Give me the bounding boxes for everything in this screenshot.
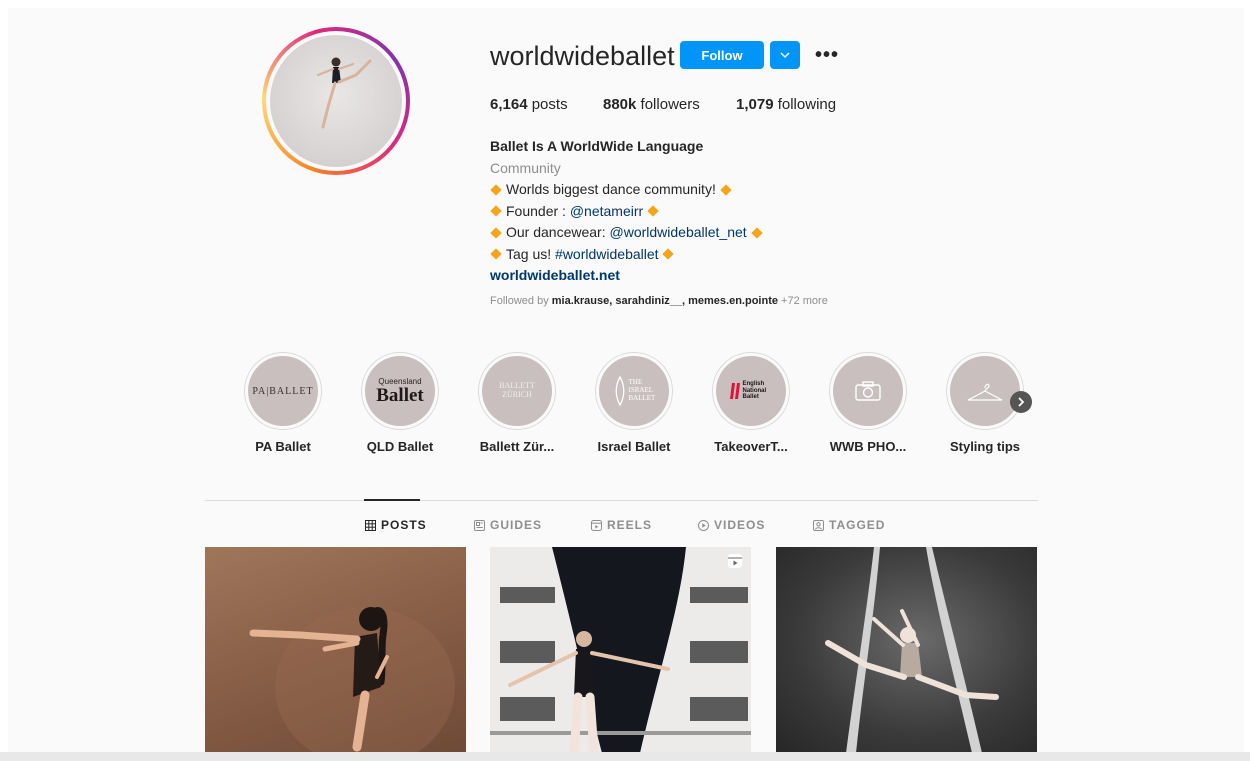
profile-username: worldwideballet bbox=[490, 41, 675, 71]
dancer-figure bbox=[249, 607, 455, 752]
highlight-takeover[interactable]: English National Ballet TakeoverT... bbox=[701, 352, 801, 454]
camera-icon bbox=[855, 381, 881, 401]
dancer-figure bbox=[316, 57, 372, 129]
highlight-wwb-photos[interactable]: WWB PHO... bbox=[818, 352, 918, 454]
tabs-divider bbox=[205, 500, 1038, 501]
orange-diamond-icon bbox=[720, 184, 732, 196]
profile-full-name: Ballet Is A WorldWide Language bbox=[490, 138, 704, 154]
window-bottom-edge bbox=[0, 752, 1250, 761]
suggested-dropdown-button[interactable] bbox=[770, 41, 800, 69]
profile-stats: 6,164 posts 880k followers 1,079 followi… bbox=[490, 96, 836, 113]
posts-stat: 6,164 posts bbox=[490, 96, 568, 113]
orange-diamond-icon bbox=[490, 227, 502, 239]
post-thumbnail[interactable] bbox=[490, 547, 751, 752]
aerial-silks-image bbox=[825, 547, 999, 752]
profile-category: Community bbox=[490, 159, 561, 176]
tab-guides[interactable]: GUIDES bbox=[474, 518, 542, 532]
orange-diamond-icon bbox=[647, 205, 659, 217]
highlight-cover: BALLETT ZÜRICH bbox=[482, 356, 552, 426]
post-thumbnail[interactable] bbox=[205, 547, 466, 752]
highlight-cover: English National Ballet bbox=[716, 356, 786, 426]
feather-icon bbox=[615, 376, 624, 406]
profile-avatar[interactable] bbox=[262, 27, 410, 175]
tab-reels[interactable]: REELS bbox=[591, 518, 652, 532]
guide-icon bbox=[474, 519, 485, 531]
profile-page: worldwideballet Follow ••• 6,164 posts 8… bbox=[8, 8, 1244, 752]
tagged-icon bbox=[813, 519, 824, 531]
orange-diamond-icon bbox=[750, 227, 763, 239]
tab-videos[interactable]: VIDEOS bbox=[698, 518, 765, 532]
reel-indicator-icon bbox=[727, 553, 743, 574]
highlight-cover: PA|BALLET bbox=[248, 356, 318, 426]
video-icon bbox=[698, 519, 709, 531]
next-arrow-icon[interactable] bbox=[1010, 391, 1032, 413]
website-link[interactable]: worldwideballet.net bbox=[490, 265, 767, 287]
highlight-ballett-zurich[interactable]: BALLETT ZÜRICH Ballett Zür... bbox=[467, 352, 567, 454]
bio-line: Our dancewear: @worldwideballet_net bbox=[490, 222, 767, 244]
orange-diamond-icon bbox=[490, 184, 502, 196]
post-thumbnail[interactable] bbox=[776, 547, 1037, 752]
orange-diamond-icon bbox=[490, 205, 502, 217]
chevron-down-icon bbox=[780, 52, 790, 58]
followed-by[interactable]: Followed by mia.krause, sarahdiniz__, me… bbox=[490, 295, 828, 307]
founder-mention-link[interactable]: @netameirr bbox=[570, 203, 643, 219]
enb-logo-icon bbox=[729, 383, 740, 399]
follow-button[interactable]: Follow bbox=[680, 41, 764, 69]
bio-line: Tag us! #worldwideballet bbox=[490, 244, 767, 266]
bio-line: Founder : @netameirr bbox=[490, 201, 767, 223]
hanger-icon bbox=[967, 383, 1003, 401]
profile-bio: Ballet Is A WorldWide Language Community… bbox=[490, 136, 767, 287]
active-tab-indicator bbox=[364, 499, 420, 501]
dancewear-mention-link[interactable]: @worldwideballet_net bbox=[610, 224, 747, 240]
orange-diamond-icon bbox=[662, 248, 675, 260]
studio-dancer-image bbox=[490, 547, 751, 752]
following-stat[interactable]: 1,079 following bbox=[736, 96, 836, 113]
highlight-pa-ballet[interactable]: PA|BALLET PA Ballet bbox=[233, 352, 333, 454]
followers-stat[interactable]: 880k followers bbox=[603, 96, 736, 113]
highlight-cover: Queensland Ballet bbox=[365, 356, 435, 426]
tab-tagged[interactable]: TAGGED bbox=[813, 518, 885, 532]
highlight-cover bbox=[833, 356, 903, 426]
tab-posts[interactable]: POSTS bbox=[365, 518, 427, 532]
highlight-israel-ballet[interactable]: THE ISRAEL BALLET Israel Ballet bbox=[584, 352, 684, 454]
grid-icon bbox=[365, 519, 376, 531]
highlight-qld-ballet[interactable]: Queensland Ballet QLD Ballet bbox=[350, 352, 450, 454]
avatar-photo bbox=[270, 35, 402, 167]
bio-line: Worlds biggest dance community! bbox=[490, 179, 767, 201]
reels-icon bbox=[591, 519, 602, 531]
orange-diamond-icon bbox=[490, 248, 502, 260]
more-options-icon[interactable]: ••• bbox=[814, 41, 840, 69]
highlight-cover bbox=[950, 356, 1020, 426]
highlight-cover: THE ISRAEL BALLET bbox=[599, 356, 669, 426]
hashtag-link[interactable]: #worldwideballet bbox=[555, 246, 659, 262]
